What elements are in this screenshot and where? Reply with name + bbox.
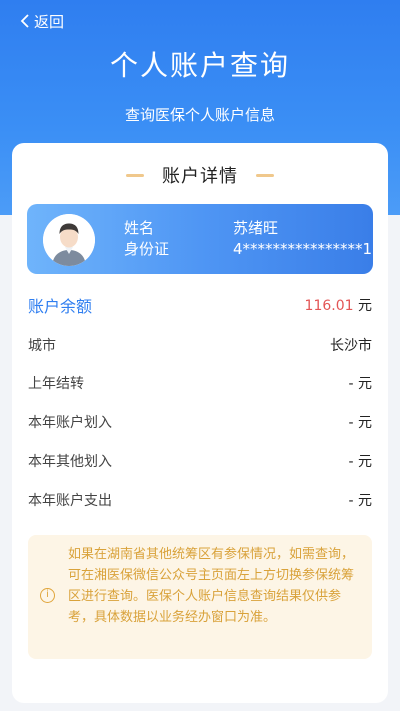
row-value: 长沙市 bbox=[330, 338, 372, 354]
back-label: 返回 bbox=[34, 12, 65, 31]
user-info-box: 姓名 身份证 苏绪旺 4****************1 bbox=[27, 204, 373, 274]
row-value: - 元 bbox=[348, 493, 372, 509]
header-dash-right bbox=[256, 173, 274, 177]
info-row-city: 城市 长沙市 bbox=[28, 335, 372, 355]
balance-label: 账户余额 bbox=[28, 297, 93, 316]
id-label: 身份证 bbox=[124, 240, 170, 258]
user-avatar-icon bbox=[43, 214, 95, 266]
row-value: - 元 bbox=[348, 454, 372, 470]
info-row-account-expenditure: 本年账户支出 - 元 bbox=[28, 490, 372, 510]
account-detail-card: 账户详情 姓名 身份证 苏绪旺 4****************1 账户余额 … bbox=[12, 143, 388, 703]
page-subtitle: 查询医保个人账户信息 bbox=[124, 106, 275, 124]
row-label: 本年账户支出 bbox=[28, 493, 112, 509]
row-label: 本年其他划入 bbox=[28, 454, 112, 470]
section-title: 账户详情 bbox=[162, 166, 238, 187]
back-button[interactable]: 返回 bbox=[20, 10, 64, 32]
notice-text: 如果在湖南省其他统筹区有参保情况，如需查询，可在湘医保微信公众号主页面左上方切换… bbox=[68, 547, 355, 625]
info-row-last-year-carryover: 上年结转 - 元 bbox=[28, 373, 372, 393]
info-row-other-transfer-in: 本年其他划入 - 元 bbox=[28, 451, 372, 471]
user-labels: 姓名 身份证 bbox=[124, 218, 169, 260]
user-values: 苏绪旺 4****************1 bbox=[233, 218, 372, 260]
balance-unit: 元 bbox=[358, 298, 372, 314]
row-label: 上年结转 bbox=[28, 376, 84, 392]
row-label: 城市 bbox=[28, 338, 56, 354]
row-value: - 元 bbox=[348, 376, 372, 392]
chevron-left-icon bbox=[20, 14, 29, 28]
header-dash-left bbox=[126, 173, 144, 177]
notice-box: i 如果在湖南省其他统筹区有参保情况，如需查询，可在湘医保微信公众号主页面左上方… bbox=[28, 535, 372, 659]
row-value: - 元 bbox=[348, 415, 372, 431]
info-icon: i bbox=[40, 588, 55, 603]
balance-value: 116.01 元 bbox=[305, 295, 372, 315]
name-label: 姓名 bbox=[124, 219, 155, 237]
page-title: 个人账户查询 bbox=[109, 49, 290, 82]
row-label: 本年账户划入 bbox=[28, 415, 112, 431]
avatar bbox=[43, 214, 95, 266]
section-header: 账户详情 bbox=[12, 163, 388, 187]
balance-amount: 116.01 bbox=[304, 298, 354, 314]
balance-row: 账户余额 116.01 元 bbox=[28, 293, 372, 317]
name-value: 苏绪旺 bbox=[233, 219, 279, 237]
id-value: 4****************1 bbox=[233, 240, 373, 258]
info-row-account-transfer-in: 本年账户划入 - 元 bbox=[28, 412, 372, 432]
